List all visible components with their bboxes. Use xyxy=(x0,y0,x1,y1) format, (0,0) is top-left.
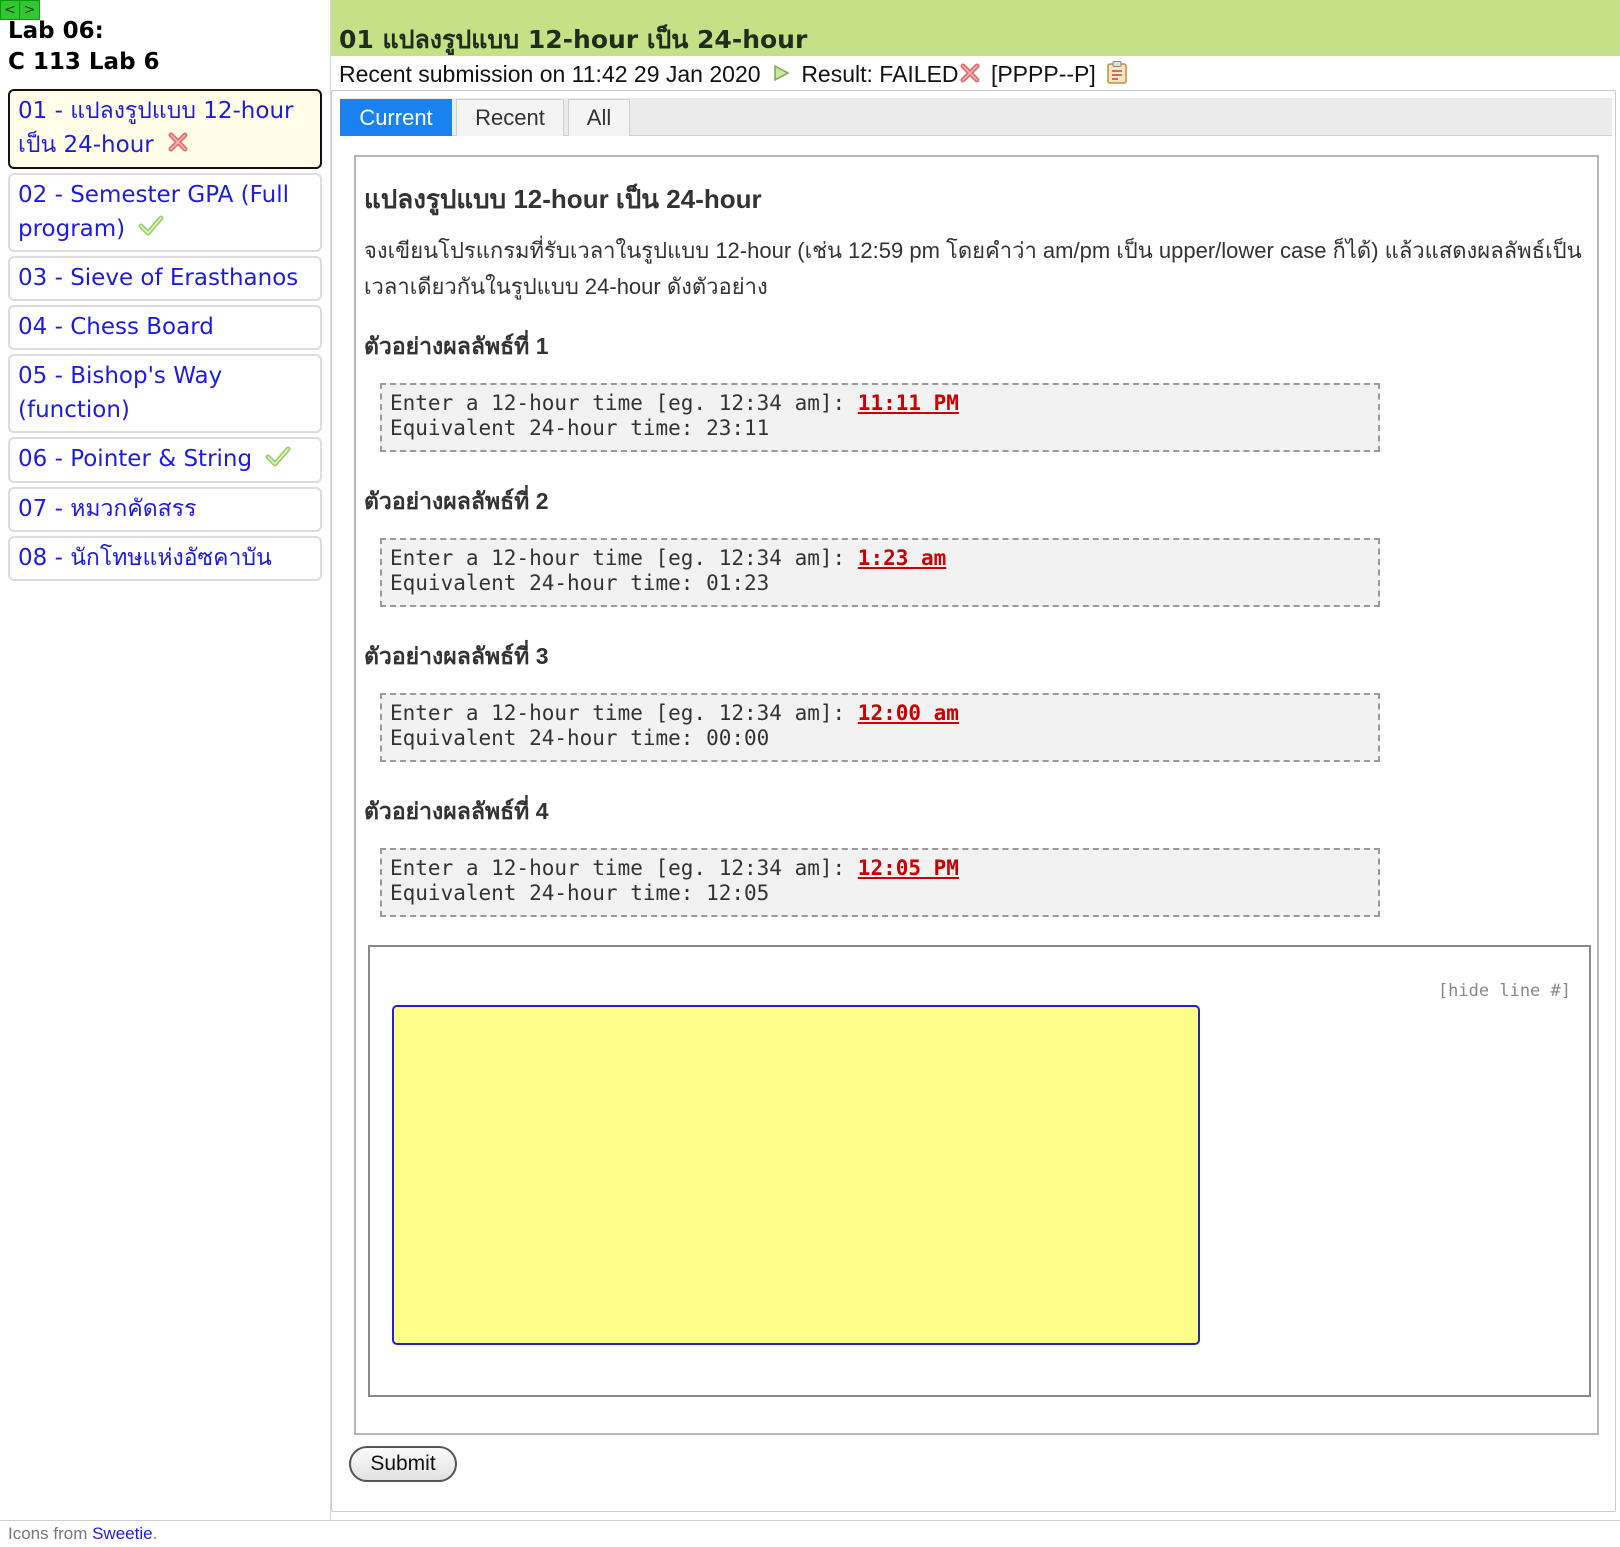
example-output-2: Enter a 12-hour time [eg. 12:34 am]: 1:2… xyxy=(380,538,1380,607)
sidebar-item-01[interactable]: 01 - แปลงรูปแบบ 12-hour เป็น 24-hour xyxy=(8,89,322,169)
code-editor-panel: [hide line #] xyxy=(368,945,1591,1397)
tab-all[interactable]: All xyxy=(568,99,630,136)
sidebar-item-05[interactable]: 05 - Bishop's Way (function) xyxy=(8,354,322,433)
sidebar: < > Lab 06: C 113 Lab 6 01 - แปลงรูปแบบ … xyxy=(0,0,330,1520)
sidebar-item-03[interactable]: 03 - Sieve of Erasthanos xyxy=(8,256,322,301)
lab-title-line1: Lab 06: xyxy=(8,18,104,44)
sidebar-item-label: 06 - Pointer & String xyxy=(18,446,253,472)
clipboard-icon[interactable] xyxy=(1106,58,1128,94)
example-output-1: Enter a 12-hour time [eg. 12:34 am]: 11:… xyxy=(380,383,1380,452)
submission-status: Recent submission on 11:42 29 Jan 2020 R… xyxy=(331,56,1620,88)
example-result: Equivalent 24-hour time: 23:11 xyxy=(390,416,770,440)
code-editor[interactable] xyxy=(392,1005,1200,1345)
example-input: 1:23 am xyxy=(857,546,947,570)
task-list: 01 - แปลงรูปแบบ 12-hour เป็น 24-hour 02 … xyxy=(8,89,322,585)
passed-check-icon xyxy=(138,212,164,246)
example-input: 12:05 PM xyxy=(857,856,959,880)
sidebar-item-06[interactable]: 06 - Pointer & String xyxy=(8,437,322,483)
example-prompt: Enter a 12-hour time [eg. 12:34 am]: xyxy=(390,856,858,880)
sidebar-item-label: 08 - นักโทษแห่งอัซคาบัน xyxy=(18,544,272,571)
footer: Icons from Sweetie. xyxy=(0,1520,1620,1543)
sidebar-item-label: 02 - Semester GPA (Full xyxy=(18,181,289,208)
failed-x-icon xyxy=(959,58,981,94)
sidebar-item-04[interactable]: 04 - Chess Board xyxy=(8,305,322,350)
main-panel: 01 แปลงรูปแบบ 12-hour เป็น 24-hour Recen… xyxy=(330,0,1620,1520)
example-heading-3: ตัวอย่างผลลัพธ์ที่ 3 xyxy=(364,643,549,669)
example-prompt: Enter a 12-hour time [eg. 12:34 am]: xyxy=(390,391,858,415)
example-input: 12:00 am xyxy=(857,701,959,725)
example-input: 11:11 PM xyxy=(857,391,959,415)
failed-x-icon xyxy=(167,129,189,163)
page-title: 01 แปลงรูปแบบ 12-hour เป็น 24-hour xyxy=(339,25,808,54)
lab-title: Lab 06: C 113 Lab 6 xyxy=(8,16,160,78)
sidebar-item-label: program) xyxy=(18,215,126,242)
problem-description: จงเขียนโปรแกรมที่รับเวลาในรูปแบบ 12-hour… xyxy=(364,238,1582,299)
example-result: Equivalent 24-hour time: 00:00 xyxy=(390,726,770,750)
submit-button[interactable]: Submit xyxy=(349,1446,457,1482)
sidebar-item-02[interactable]: 02 - Semester GPA (Full program) xyxy=(8,172,322,252)
example-heading-4: ตัวอย่างผลลัพธ์ที่ 4 xyxy=(364,798,549,824)
example-heading-2: ตัวอย่างผลลัพธ์ที่ 2 xyxy=(364,488,549,514)
sidebar-item-label: 04 - Chess Board xyxy=(18,314,214,340)
tab-recent[interactable]: Recent xyxy=(456,99,564,136)
sidebar-item-08[interactable]: 08 - นักโทษแห่งอัซคาบัน xyxy=(8,535,322,581)
example-prompt: Enter a 12-hour time [eg. 12:34 am]: xyxy=(390,546,858,570)
sidebar-item-07[interactable]: 07 - หมวกคัดสรร xyxy=(8,486,322,532)
sidebar-item-label: 01 - แปลงรูปแบบ 12-hour xyxy=(18,98,294,124)
title-bar: 01 แปลงรูปแบบ 12-hour เป็น 24-hour xyxy=(331,0,1620,56)
lab-title-line2: C 113 Lab 6 xyxy=(8,49,160,75)
result-code: [PPPP--P] xyxy=(990,61,1096,87)
example-result: Equivalent 24-hour time: 12:05 xyxy=(390,881,770,905)
play-flag-icon[interactable] xyxy=(771,58,791,94)
sidebar-item-label: 05 - Bishop's Way (function) xyxy=(18,363,223,423)
footer-prefix: Icons from xyxy=(8,1524,93,1543)
example-output-3: Enter a 12-hour time [eg. 12:34 am]: 12:… xyxy=(380,693,1380,762)
problem-title: แปลงรูปแบบ 12-hour เป็น 24-hour xyxy=(364,184,762,214)
footer-suffix: . xyxy=(152,1524,158,1543)
example-heading-1: ตัวอย่างผลลัพธ์ที่ 1 xyxy=(364,333,549,359)
submission-text: Recent submission on 11:42 29 Jan 2020 xyxy=(339,61,761,87)
sidebar-item-label: 03 - Sieve of Erasthanos xyxy=(18,265,299,291)
example-output-4: Enter a 12-hour time [eg. 12:34 am]: 12:… xyxy=(380,848,1380,917)
result-label: Result: FAILED xyxy=(801,61,959,87)
hide-line-numbers-link[interactable]: [hide line #] xyxy=(1438,981,1571,1001)
content-box: Current Recent All แปลงรูปแบบ 12-hour เป… xyxy=(331,90,1616,1512)
example-result: Equivalent 24-hour time: 01:23 xyxy=(390,571,770,595)
sidebar-item-label: 07 - หมวกคัดสรร xyxy=(18,495,197,522)
example-prompt: Enter a 12-hour time [eg. 12:34 am]: xyxy=(390,701,858,725)
tab-bar: Current Recent All xyxy=(340,98,1612,136)
passed-check-icon xyxy=(265,443,291,477)
sweetie-link[interactable]: Sweetie xyxy=(92,1524,152,1543)
problem-box: แปลงรูปแบบ 12-hour เป็น 24-hour จงเขียนโ… xyxy=(354,155,1599,1435)
tab-current[interactable]: Current xyxy=(340,99,452,136)
sidebar-item-label: เป็น 24-hour xyxy=(18,132,154,158)
